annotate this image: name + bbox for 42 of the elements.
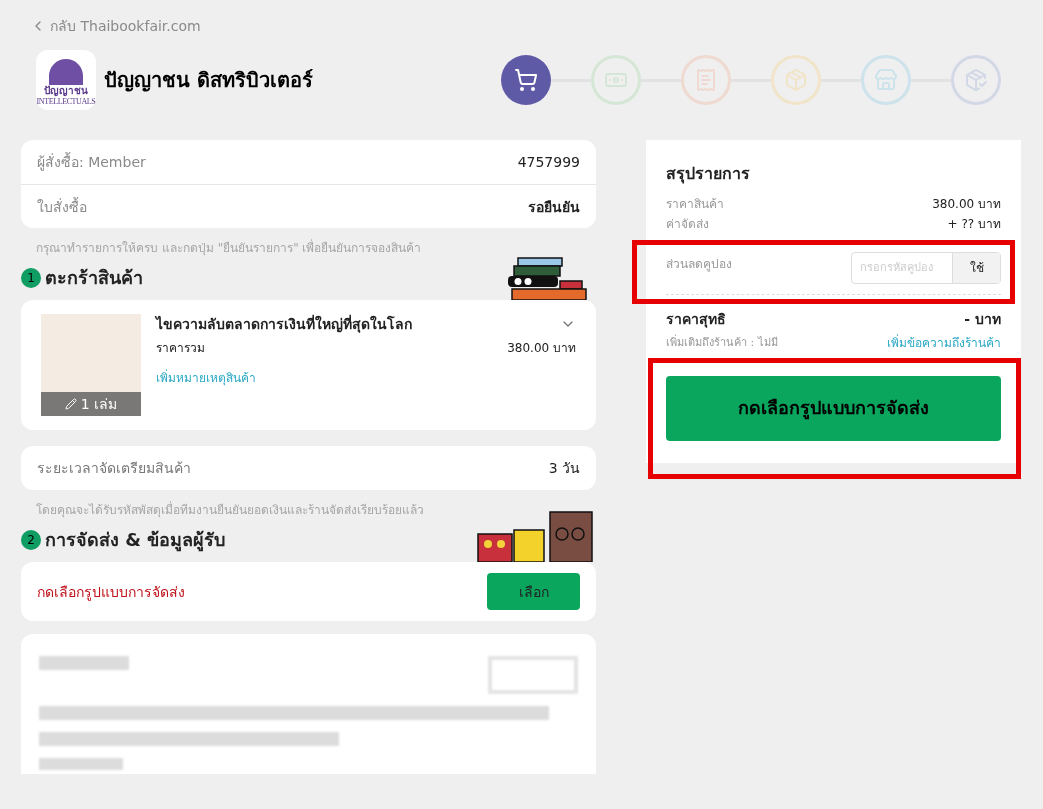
net-price-label: ราคาสุทธิ: [666, 310, 726, 329]
price-value: 380.00 บาท: [507, 340, 576, 356]
select-button[interactable]: เลือก: [487, 573, 580, 610]
summary-title: สรุปรายการ: [666, 163, 751, 186]
summary-value: 380.00 บาท: [932, 196, 1001, 212]
summary-label: ค่าจัดส่ง: [666, 216, 709, 232]
logo-text: ปัญญาชน: [44, 85, 88, 97]
cart-icon: [514, 68, 538, 92]
choose-shipping-button[interactable]: กดเลือกรูปแบบการจัดส่ง: [666, 375, 1001, 441]
package-icon: [784, 68, 808, 92]
apply-coupon-button[interactable]: ใช้: [952, 253, 1000, 283]
receipt-icon: [694, 68, 718, 92]
info-label: ใบสั่งซื้อ: [37, 196, 87, 217]
coupon-label: ส่วนลดคูปอง: [666, 256, 732, 272]
product-title: ไขความลับตลาดการเงินที่ใหญ่ที่สุดในโลก: [156, 314, 412, 334]
section-title: ตะกร้าสินค้า: [45, 266, 143, 290]
arch-icon: [49, 59, 83, 85]
section-title: การจัดส่ง & ข้อมูลผู้รับ: [45, 528, 226, 554]
step-number-badge: 1: [21, 268, 41, 288]
back-link[interactable]: กลับ Thaibookfair.com: [30, 16, 201, 36]
preparation-label: ระยะเวลาจัดเตรียมสินค้า: [37, 459, 191, 478]
add-shop-message-link[interactable]: เพิ่มข้อความถึงร้านค้า: [887, 335, 1001, 352]
price-label: ราคารวม: [156, 340, 205, 356]
shop-note-label: เพิ่มเติมถึงร้านค้า : ไม่มี: [666, 335, 778, 351]
package-check-icon: [964, 68, 988, 92]
preparation-value: 3 วัน: [548, 459, 580, 478]
step-number-badge: 2: [21, 530, 41, 550]
net-price-value: - บาท: [964, 310, 1001, 329]
quantity-label[interactable]: 1 เล่ม: [41, 392, 141, 416]
add-note-link[interactable]: เพิ่มหมายเหตุสินค้า: [156, 370, 576, 386]
logo-subtext: INTELLECTUALS: [36, 97, 96, 106]
info-label: ผู้สั่งซื้อ: Member: [37, 152, 146, 172]
info-value: รอยืนยัน: [528, 197, 580, 217]
shop-name: ปัญญาชน ดิสทริบิวเตอร์: [104, 67, 313, 94]
preparation-note: โดยคุณจะได้รับรหัสพัสดุเมื่อทีมงานยืนยันยอดเงินและร้านจัดส่งเรียบร้อยแล้ว: [35, 502, 425, 518]
info-value: 4757999: [517, 153, 580, 172]
summary-label: ราคาสินค้า: [666, 196, 724, 212]
order-note: กรุณาทำรายการให้ครบ และกดปุ่ม "ยืนยันรายการ" เพื่อยืนยันการจองสินค้า: [35, 240, 423, 256]
summary-value: + ?? บาท: [947, 216, 1001, 232]
pencil-icon: [64, 398, 77, 410]
shipping-prompt: กดเลือกรูปแบบการจัดส่ง: [37, 582, 185, 602]
store-icon: [874, 68, 898, 92]
